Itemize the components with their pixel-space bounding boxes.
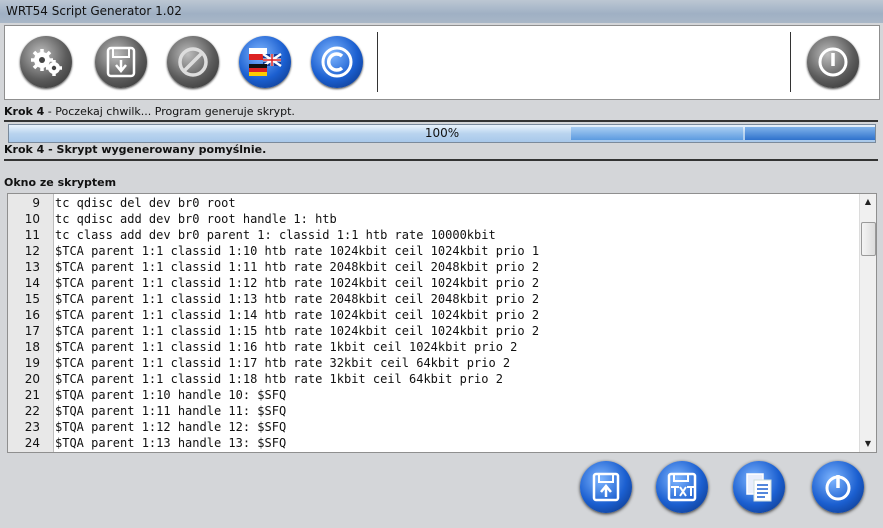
about-button[interactable]: [311, 36, 363, 88]
script-line: 17 $TCA parent 1:1 classid 1:15 htb rate …: [8, 323, 539, 339]
exit-bottom-button[interactable]: [812, 461, 864, 513]
vertical-scrollbar[interactable]: ▲ ▼: [859, 194, 876, 452]
step-done-text: Krok 4 - Skrypt wygenerowany pomyślnie.: [4, 143, 267, 156]
line-number: 11: [24, 228, 40, 242]
script-window-title: Okno ze skryptem: [4, 176, 117, 189]
power-icon: [818, 47, 848, 77]
line-code: $TCA parent 1:1 classid 1:12 htb rate 10…: [55, 276, 540, 290]
line-number: 10: [24, 212, 40, 226]
step-status-waiting: Krok 4 - Poczekaj chwilk... Program gene…: [4, 105, 878, 118]
line-number: 22: [24, 404, 40, 418]
script-line: 21 $TQA parent 1:10 handle 10: $SFQ: [8, 387, 286, 403]
script-line: 15 $TCA parent 1:1 classid 1:13 htb rate …: [8, 291, 539, 307]
step-label: Krok 4: [4, 105, 45, 118]
forbidden-icon: [178, 47, 208, 77]
line-number: 13: [24, 260, 40, 274]
script-line: 23 $TQA parent 1:12 handle 12: $SFQ: [8, 419, 286, 435]
line-number: 16: [24, 308, 40, 322]
line-number: 14: [24, 276, 40, 290]
line-number: 9: [32, 196, 40, 210]
disabled-button[interactable]: [167, 36, 219, 88]
script-line: 19 $TCA parent 1:1 classid 1:17 htb rate …: [8, 355, 510, 371]
script-line: 9 tc qdisc del dev br0 root: [8, 195, 235, 211]
script-line: 22 $TQA parent 1:11 handle 11: $SFQ: [8, 403, 286, 419]
step-text: - Poczekaj chwilk... Program generuje sk…: [44, 105, 295, 118]
line-number: 20: [24, 372, 40, 386]
copy-icon: [746, 473, 772, 502]
scroll-thumb[interactable]: [861, 222, 876, 256]
line-code: $TCA parent 1:1 classid 1:18 htb rate 1k…: [55, 372, 503, 386]
floppy-save-icon: [106, 46, 136, 78]
save-script-button[interactable]: [580, 461, 632, 513]
line-code: tc qdisc del dev br0 root: [55, 196, 236, 210]
line-code: $TQA parent 1:11 handle 11: $SFQ: [55, 404, 287, 418]
line-code: $TQA parent 1:12 handle 12: $SFQ: [55, 420, 287, 434]
script-line: 10 tc qdisc add dev br0 root handle 1: ht…: [8, 211, 337, 227]
line-code: $TCA parent 1:1 classid 1:11 htb rate 20…: [55, 260, 540, 274]
settings-button[interactable]: [20, 36, 72, 88]
scroll-up-arrow-icon[interactable]: ▲: [860, 194, 876, 210]
line-number: 15: [24, 292, 40, 306]
progress-bar: 100%: [8, 124, 876, 143]
language-flags-icon: [249, 48, 282, 76]
line-number: 23: [24, 420, 40, 434]
line-number: 24: [24, 436, 40, 450]
line-code: $TCA parent 1:1 classid 1:13 htb rate 20…: [55, 292, 540, 306]
script-line: 20 $TCA parent 1:1 classid 1:18 htb rate …: [8, 371, 503, 387]
scroll-down-arrow-icon[interactable]: ▼: [860, 436, 876, 452]
line-code: tc qdisc add dev br0 root handle 1: htb: [55, 212, 337, 226]
line-number: 17: [24, 324, 40, 338]
line-number: 18: [24, 340, 40, 354]
progress-label: 100%: [424, 126, 460, 140]
script-editor[interactable]: 9 tc qdisc del dev br0 root 10 tc qdisc add…: [7, 193, 877, 453]
script-line: 18 $TCA parent 1:1 classid 1:16 htb rate …: [8, 339, 518, 355]
window-title: WRT54 Script Generator 1.02: [6, 4, 182, 18]
gears-icon: [31, 49, 62, 76]
line-code: $TCA parent 1:1 classid 1:14 htb rate 10…: [55, 308, 540, 322]
power-icon: [825, 475, 851, 501]
save-txt-icon: [667, 472, 697, 502]
line-code: $TCA parent 1:1 classid 1:16 htb rate 1k…: [55, 340, 518, 354]
language-button[interactable]: [239, 36, 291, 88]
toolbar-separator: [377, 32, 378, 92]
copyright-icon: [321, 46, 353, 78]
script-line: 24 $TQA parent 1:13 handle 13: $SFQ: [8, 435, 286, 451]
line-code: $TCA parent 1:1 classid 1:15 htb rate 10…: [55, 324, 540, 338]
title-bar: WRT54 Script Generator 1.02: [0, 0, 883, 23]
script-line: 13 $TCA parent 1:1 classid 1:11 htb rate …: [8, 259, 539, 275]
script-line: 12 $TCA parent 1:1 classid 1:10 htb rate …: [8, 243, 539, 259]
script-line: 14 $TCA parent 1:1 classid 1:12 htb rate …: [8, 275, 539, 291]
line-code: tc class add dev br0 parent 1: classid 1…: [55, 228, 496, 242]
save-txt-button[interactable]: [656, 461, 708, 513]
copy-button[interactable]: [733, 461, 785, 513]
script-lines: 9 tc qdisc del dev br0 root 10 tc qdisc add…: [8, 195, 539, 451]
script-line: 11 tc class add dev br0 parent 1: classid…: [8, 227, 496, 243]
save-button[interactable]: [95, 36, 147, 88]
step-status-done: Krok 4 - Skrypt wygenerowany pomyślnie.: [4, 143, 878, 156]
line-number: 12: [24, 244, 40, 258]
line-number: 19: [24, 356, 40, 370]
script-line: 16 $TCA parent 1:1 classid 1:14 htb rate …: [8, 307, 539, 323]
line-number: 21: [24, 388, 40, 402]
toolbar-separator: [790, 32, 791, 92]
toolbar: [4, 25, 880, 100]
line-code: $TCA parent 1:1 classid 1:10 htb rate 10…: [55, 244, 540, 258]
divider: [4, 159, 878, 161]
divider: [4, 120, 878, 122]
line-code: $TQA parent 1:10 handle 10: $SFQ: [55, 388, 287, 402]
line-code: $TCA parent 1:1 classid 1:17 htb rate 32…: [55, 356, 511, 370]
line-code: $TQA parent 1:13 handle 13: $SFQ: [55, 436, 287, 450]
exit-button[interactable]: [807, 36, 859, 88]
save-upload-icon: [592, 472, 620, 502]
